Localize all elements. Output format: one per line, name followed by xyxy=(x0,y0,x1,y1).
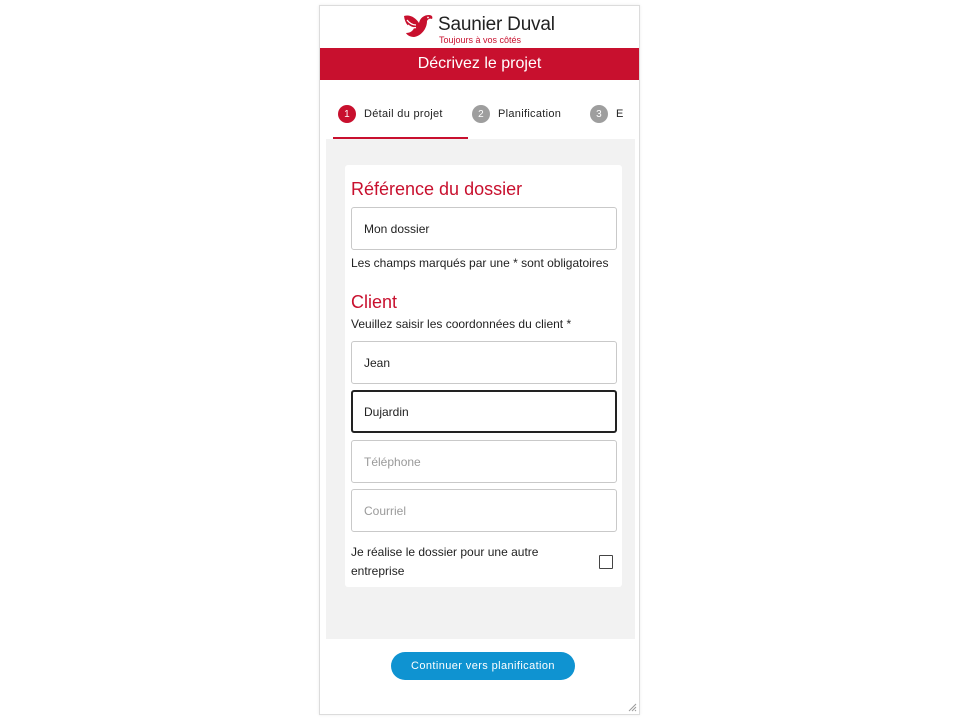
client-section-title: Client xyxy=(351,292,398,312)
brand-tagline: Toujours à vos côtés xyxy=(439,35,522,45)
other-company-row: Je réalise le dossier pour une autre ent… xyxy=(351,543,621,583)
client-instructions: Veuillez saisir les coordonnées du clien… xyxy=(351,317,572,331)
phone-input[interactable] xyxy=(351,440,617,483)
email-input[interactable] xyxy=(351,489,617,532)
step-number: 2 xyxy=(472,105,490,123)
other-company-checkbox[interactable] xyxy=(599,555,613,569)
first-name-input[interactable] xyxy=(351,341,617,384)
page-title: Décrivez le projet xyxy=(417,55,542,72)
stepper: 1 Détail du projet 2 Planification 3 E xyxy=(326,89,635,139)
required-fields-note: Les champs marqués par une * sont obliga… xyxy=(351,256,609,270)
step-planning[interactable]: 2 Planification xyxy=(472,89,561,139)
step-label: E xyxy=(616,108,624,120)
step-number: 3 xyxy=(590,105,608,123)
step-label: Détail du projet xyxy=(364,108,443,120)
form-card: Référence du dossier Les champs marqués … xyxy=(345,165,622,587)
step-project-detail[interactable]: 1 Détail du projet xyxy=(338,89,443,139)
step-number: 1 xyxy=(338,105,356,123)
page-header: Décrivez le projet xyxy=(320,48,639,80)
brand-name: Saunier Duval xyxy=(438,14,555,35)
step-third[interactable]: 3 E xyxy=(590,89,624,139)
form-area: Référence du dossier Les champs marqués … xyxy=(326,139,635,639)
app-window: Saunier Duval Toujours à vos côtés Décri… xyxy=(319,5,640,715)
other-company-label: Je réalise le dossier pour une autre ent… xyxy=(351,545,539,578)
reference-input[interactable] xyxy=(351,207,617,250)
brand-logo: Saunier Duval Toujours à vos côtés xyxy=(402,10,572,48)
continue-button[interactable]: Continuer vers planification xyxy=(391,652,575,680)
bird-icon xyxy=(404,15,433,37)
last-name-input[interactable] xyxy=(351,390,617,433)
reference-section-title: Référence du dossier xyxy=(351,179,523,199)
step-label: Planification xyxy=(498,108,562,120)
resize-grip-icon[interactable] xyxy=(627,702,637,712)
